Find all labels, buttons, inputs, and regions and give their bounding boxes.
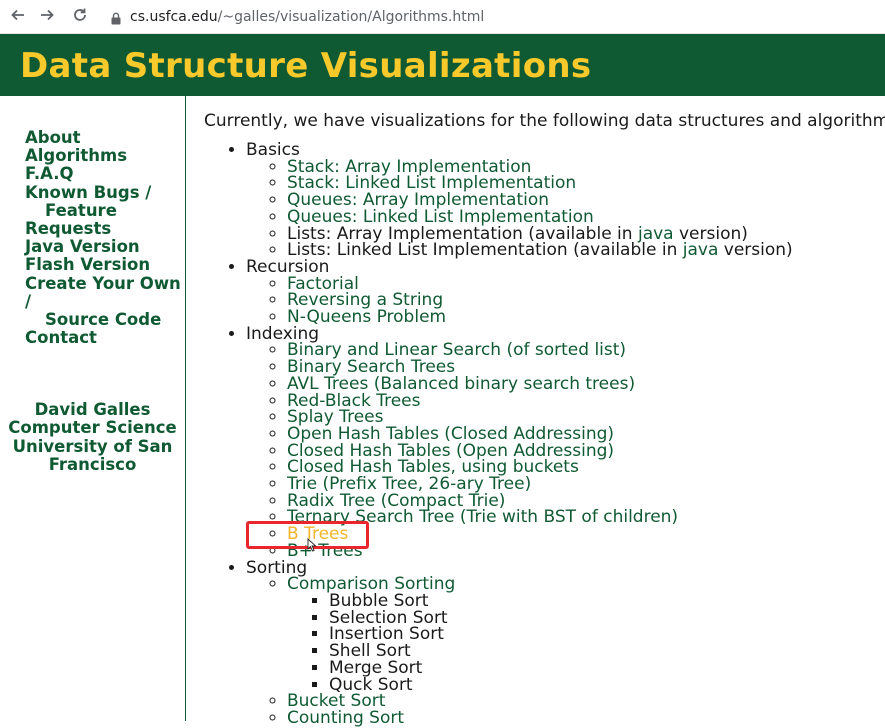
page-header: Data Structure Visualizations bbox=[0, 34, 885, 96]
recursion-list: Factorial Reversing a String N-Queens Pr… bbox=[246, 275, 884, 326]
section-sorting: Sorting Comparison Sorting Bubble Sort S… bbox=[246, 559, 884, 728]
sort-item: Insertion Sort bbox=[329, 626, 884, 643]
arrow-left-icon[interactable] bbox=[8, 7, 28, 27]
author-univ: University of San bbox=[12, 436, 173, 456]
sidebar-link-about[interactable]: About bbox=[25, 128, 185, 147]
sidebar: About Algorithms F.A.Q Known Bugs / Feat… bbox=[0, 96, 186, 721]
lock-icon[interactable] bbox=[111, 10, 121, 25]
sidebar-link-known-bugs[interactable]: Known Bugs / Feature Requests bbox=[25, 182, 185, 239]
sidebar-link-faq[interactable]: F.A.Q bbox=[25, 165, 185, 183]
author-name: David Galles bbox=[34, 400, 151, 419]
page-title: Data Structure Visualizations bbox=[20, 46, 592, 86]
link-counting-sort[interactable]: Counting Sort bbox=[287, 708, 404, 728]
sidebar-link-label: / bbox=[25, 291, 32, 311]
list-item: N-Queens Problem bbox=[287, 309, 884, 326]
comparison-sort-list: Bubble Sort Selection Sort Insertion Sor… bbox=[287, 593, 884, 693]
sidebar-link-label: Feature bbox=[45, 200, 117, 220]
url-path: /~galles/visualization/Algorithms.html bbox=[217, 9, 485, 25]
sidebar-link-label: Source Code bbox=[45, 310, 162, 330]
list-item: B Trees bbox=[287, 526, 884, 543]
sidebar-link-contact[interactable]: Contact bbox=[25, 329, 185, 347]
algorithm-list: Basics Stack: Array Implementation Stack… bbox=[204, 142, 884, 727]
sidebar-link-label: Create Your Own bbox=[25, 273, 181, 293]
browser-toolbar: cs.usfca.edu/~galles/visualization/Algor… bbox=[0, 0, 885, 34]
section-indexing: Indexing Binary and Linear Search (of so… bbox=[246, 325, 884, 560]
main-content: Currently, we have visualizations for th… bbox=[204, 110, 885, 727]
lists-linked-text: Lists: Linked List Implementation (avail… bbox=[287, 240, 683, 261]
sorting-list: Comparison Sorting Bubble Sort Selection… bbox=[246, 576, 884, 728]
list-item: Ternary Search Tree (Trie with BST of ch… bbox=[287, 509, 884, 526]
sort-item: Merge Sort bbox=[329, 659, 884, 677]
lists-linked-text: version) bbox=[718, 240, 793, 261]
author-dept: Computer Science bbox=[8, 418, 177, 438]
sort-item: Quck Sort bbox=[329, 676, 884, 694]
sidebar-link-java-version[interactable]: Java Version bbox=[25, 238, 185, 256]
sidebar-link-create-your-own[interactable]: Create Your Own / Source Code bbox=[25, 273, 185, 330]
address-bar[interactable]: cs.usfca.edu/~galles/visualization/Algor… bbox=[130, 8, 484, 26]
sidebar-nav: About Algorithms F.A.Q Known Bugs / Feat… bbox=[25, 128, 185, 347]
mouse-cursor-icon bbox=[307, 537, 317, 552]
basics-list: Stack: Array Implementation Stack: Linke… bbox=[246, 158, 884, 259]
sidebar-link-label: Known Bugs / bbox=[25, 182, 152, 202]
author-info: David Galles Computer Science University… bbox=[0, 400, 185, 474]
section-basics: Basics Stack: Array Implementation Stack… bbox=[246, 142, 884, 259]
sidebar-link-algorithms[interactable]: Algorithms bbox=[25, 147, 185, 165]
sidebar-link-flash-version[interactable]: Flash Version bbox=[25, 256, 185, 274]
list-item: Comparison Sorting Bubble Sort Selection… bbox=[287, 576, 884, 693]
reload-icon[interactable] bbox=[70, 7, 90, 27]
link-java-lists-linked[interactable]: java bbox=[683, 240, 719, 260]
list-item: Counting Sort bbox=[287, 708, 884, 728]
arrow-right-icon[interactable] bbox=[37, 7, 57, 27]
intro-text: Currently, we have visualizations for th… bbox=[204, 111, 885, 131]
list-item: B+ Trees bbox=[287, 542, 884, 560]
indexing-list: Binary and Linear Search (of sorted list… bbox=[246, 342, 884, 559]
author-univ: Francisco bbox=[48, 454, 137, 474]
list-item: Lists: Linked List Implementation (avail… bbox=[287, 242, 884, 259]
url-host: cs.usfca.edu bbox=[130, 9, 218, 25]
section-recursion: Recursion Factorial Reversing a String N… bbox=[246, 258, 884, 326]
sidebar-link-label: Requests bbox=[25, 219, 112, 239]
